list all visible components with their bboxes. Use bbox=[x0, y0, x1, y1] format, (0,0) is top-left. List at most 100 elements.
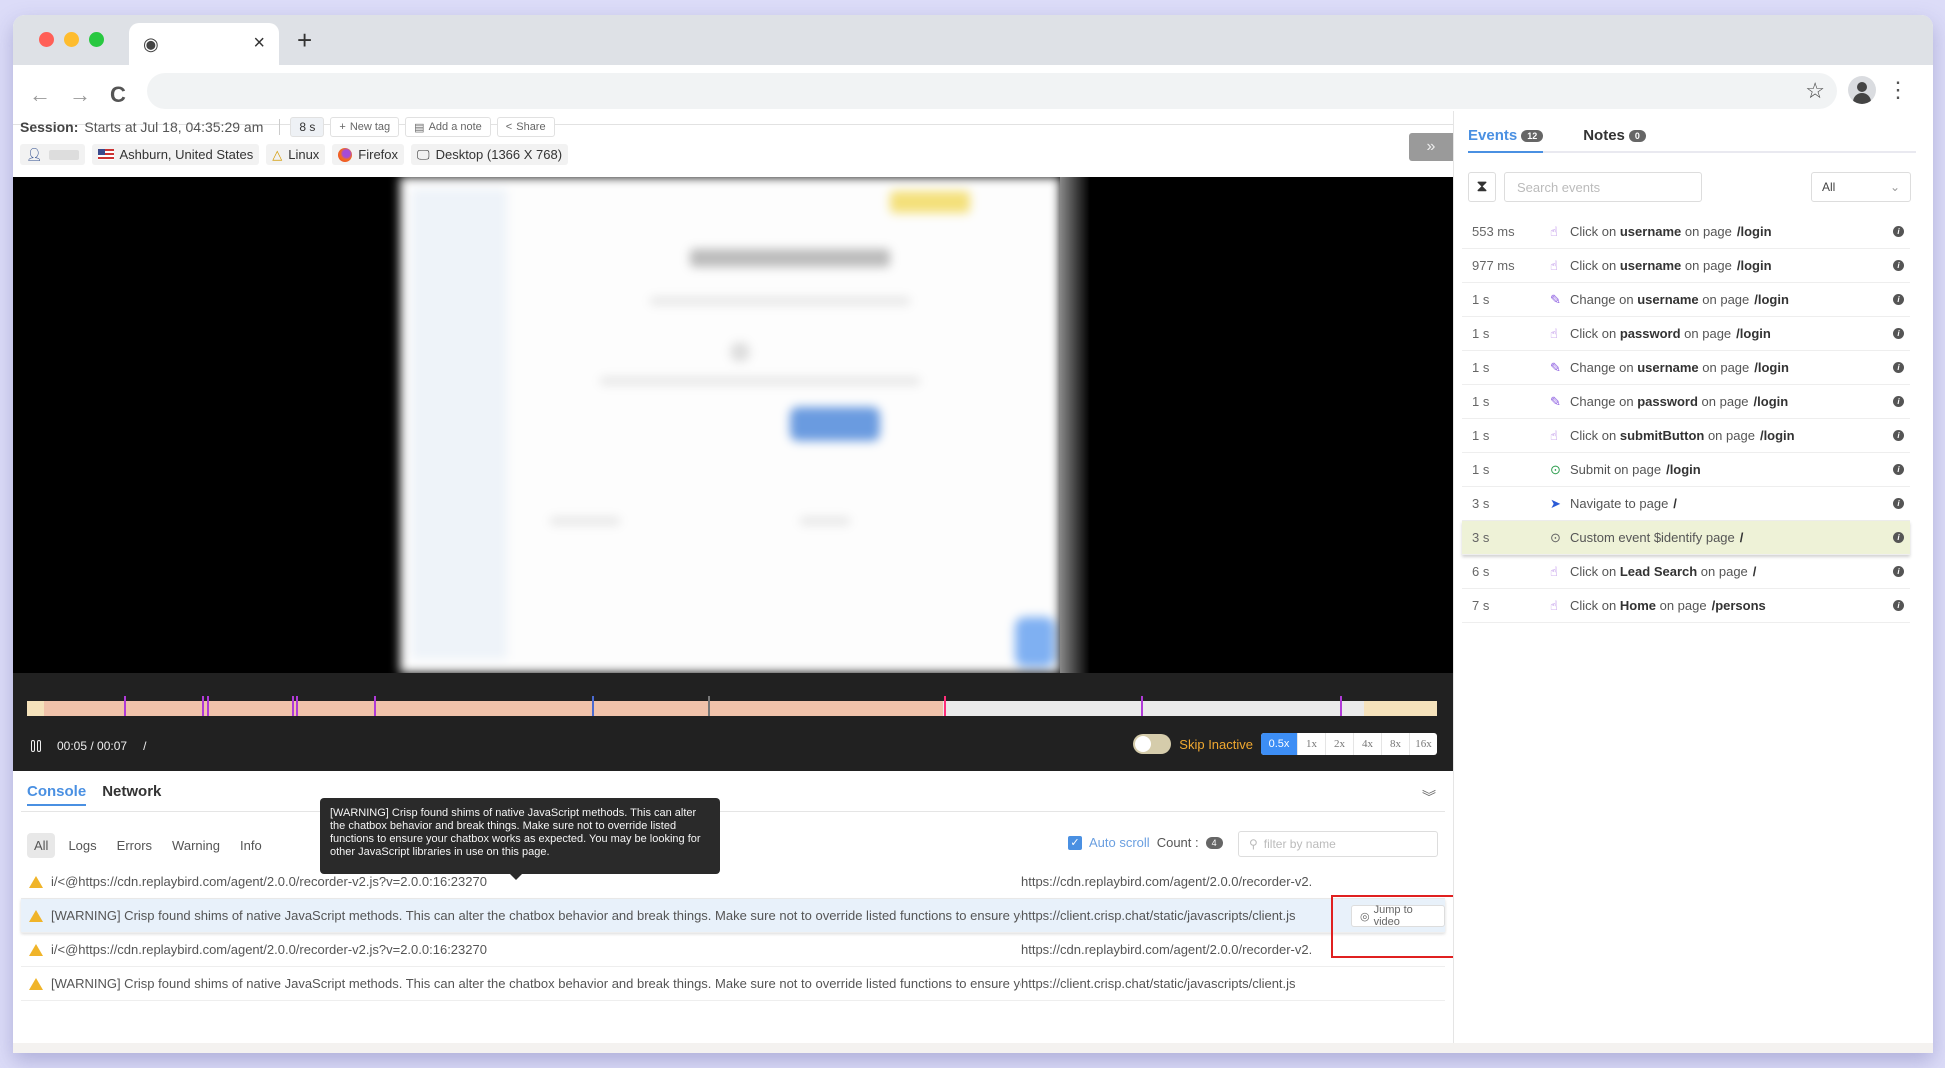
tab-console[interactable]: Console bbox=[27, 783, 87, 806]
event-row[interactable]: 1 s ✎ Change on username on page/login i bbox=[1462, 351, 1910, 385]
timeline-event-marker[interactable] bbox=[296, 696, 299, 716]
event-target: username bbox=[1637, 292, 1699, 307]
filter-warning[interactable]: Warning bbox=[165, 833, 227, 858]
new-tab-button[interactable]: + bbox=[297, 27, 312, 53]
event-row[interactable]: 1 s ☝︎ Click on password on page/login i bbox=[1462, 317, 1910, 351]
info-icon[interactable]: i bbox=[1893, 600, 1904, 611]
hourglass-icon[interactable]: ⧗ bbox=[1468, 172, 1496, 202]
console-source-link[interactable]: https://client.crisp.chat/static/javascr… bbox=[1021, 976, 1311, 991]
info-icon[interactable]: i bbox=[1893, 498, 1904, 509]
timeline-event-marker[interactable] bbox=[207, 696, 210, 716]
browser-menu-icon[interactable]: ⋮ bbox=[1887, 79, 1909, 101]
event-row[interactable]: 977 ms ☝︎ Click on username on page/login i bbox=[1462, 249, 1910, 283]
console-row[interactable]: i/<@https://cdn.replaybird.com/agent/2.0… bbox=[21, 865, 1445, 899]
add-note-button[interactable]: ▤ Add a note bbox=[405, 117, 491, 137]
skip-inactive-toggle[interactable] bbox=[1133, 734, 1172, 754]
tab-events[interactable]: Events 12 bbox=[1468, 127, 1544, 153]
timeline-event-marker[interactable] bbox=[1140, 696, 1143, 716]
speed-16x[interactable]: 16x bbox=[1409, 733, 1437, 755]
speed-4x[interactable]: 4x bbox=[1353, 733, 1381, 755]
reload-icon[interactable]: C bbox=[110, 82, 126, 108]
timeline-event-marker[interactable] bbox=[592, 696, 595, 716]
maximize-window-button[interactable] bbox=[89, 32, 104, 47]
edit-icon: ✎ bbox=[1550, 359, 1561, 375]
event-row[interactable]: 6 s ☝︎ Click on Lead Search on page / i bbox=[1462, 555, 1910, 589]
auto-scroll-checkbox[interactable]: ✓ bbox=[1068, 835, 1082, 850]
info-icon[interactable]: i bbox=[1893, 430, 1904, 441]
session-duration: 8 s bbox=[290, 117, 325, 137]
close-tab-icon[interactable]: × bbox=[253, 32, 265, 55]
filter-all[interactable]: All bbox=[27, 833, 56, 858]
console-row[interactable]: [WARNING] Crisp found shims of native Ja… bbox=[21, 967, 1445, 1001]
timeline-event-marker[interactable] bbox=[708, 696, 711, 716]
timeline-event-marker[interactable] bbox=[373, 696, 376, 716]
timeline-event-marker[interactable] bbox=[292, 696, 295, 716]
bookmark-star-icon[interactable]: ☆ bbox=[1805, 78, 1825, 104]
timeline-event-marker[interactable] bbox=[201, 696, 204, 716]
event-row[interactable]: 1 s ✎ Change on password on page/login i bbox=[1462, 385, 1910, 419]
collapse-sidebar-button[interactable]: » bbox=[1409, 133, 1453, 161]
info-icon[interactable]: i bbox=[1893, 566, 1904, 577]
console-source-link[interactable]: https://cdn.replaybird.com/agent/2.0.0/r… bbox=[1021, 942, 1311, 957]
desktop-icon: 🖵︎ bbox=[417, 146, 430, 162]
minimize-window-button[interactable] bbox=[64, 32, 79, 47]
new-tag-button[interactable]: + New tag bbox=[330, 117, 400, 137]
info-icon[interactable]: i bbox=[1893, 532, 1904, 543]
speed-0-5x[interactable]: 0.5x bbox=[1261, 733, 1297, 755]
timeline-event-marker[interactable] bbox=[1339, 696, 1342, 716]
speed-2x[interactable]: 2x bbox=[1325, 733, 1353, 755]
timeline-playhead[interactable] bbox=[943, 696, 946, 716]
tab-network[interactable]: Network bbox=[102, 783, 161, 806]
warning-icon bbox=[29, 943, 43, 956]
console-source-link[interactable]: https://cdn.replaybird.com/agent/2.0.0/r… bbox=[1021, 874, 1311, 889]
event-page: / bbox=[1673, 496, 1677, 511]
location-chip: Ashburn, United States bbox=[91, 144, 260, 165]
event-target: Lead Search bbox=[1619, 564, 1698, 579]
filter-logs[interactable]: Logs bbox=[61, 833, 103, 858]
console-row[interactable]: [WARNING] Crisp found shims of native Ja… bbox=[21, 899, 1445, 933]
info-icon[interactable]: i bbox=[1893, 328, 1904, 339]
search-events-input[interactable]: Search events bbox=[1504, 172, 1702, 202]
replay-video[interactable] bbox=[13, 177, 1453, 673]
timeline-track[interactable] bbox=[27, 696, 1437, 716]
close-window-button[interactable] bbox=[39, 32, 54, 47]
info-icon[interactable]: i bbox=[1893, 464, 1904, 475]
back-icon[interactable]: ← bbox=[29, 82, 51, 108]
info-icon[interactable]: i bbox=[1893, 362, 1904, 373]
events-tab-label: Events bbox=[1468, 127, 1518, 144]
pause-button[interactable] bbox=[31, 740, 41, 752]
console-source-link[interactable]: https://client.crisp.chat/static/javascr… bbox=[1021, 908, 1311, 923]
profile-avatar[interactable] bbox=[1848, 76, 1876, 104]
filter-info[interactable]: Info bbox=[233, 833, 269, 858]
speed-8x[interactable]: 8x bbox=[1381, 733, 1409, 755]
event-row[interactable]: 3 s ⊙ Custom event $identify page / i bbox=[1462, 521, 1910, 555]
filter-errors[interactable]: Errors bbox=[110, 833, 159, 858]
event-row[interactable]: 553 ms ☝︎ Click on username on page/login i bbox=[1462, 215, 1910, 249]
collapse-console-icon[interactable]: ︾ bbox=[1422, 787, 1436, 807]
share-button[interactable]: < Share bbox=[496, 117, 555, 137]
tab-notes[interactable]: Notes 0 bbox=[1583, 127, 1646, 151]
event-row[interactable]: 1 s ⊙ Submit on page/login i bbox=[1462, 453, 1910, 487]
info-icon[interactable]: i bbox=[1893, 396, 1904, 407]
address-bar[interactable] bbox=[147, 73, 1837, 109]
timeline-event-marker[interactable] bbox=[124, 696, 127, 716]
event-row[interactable]: 3 s ➤ Navigate to page / i bbox=[1462, 487, 1910, 521]
browser-tab[interactable]: ◉ × bbox=[129, 23, 279, 65]
us-flag-icon bbox=[97, 149, 114, 160]
forward-icon[interactable]: → bbox=[69, 82, 91, 108]
event-row[interactable]: 7 s ☝︎ Click on Home on page/persons i bbox=[1462, 589, 1910, 623]
info-icon[interactable]: i bbox=[1893, 294, 1904, 305]
event-on-page: on page bbox=[1697, 394, 1749, 409]
speed-1x[interactable]: 1x bbox=[1297, 733, 1325, 755]
browser-chip: Firefox bbox=[332, 144, 405, 165]
event-type-select[interactable]: All ⌄ bbox=[1811, 172, 1911, 202]
event-row[interactable]: 1 s ☝︎ Click on submitButton on page/login… bbox=[1462, 419, 1910, 453]
event-row[interactable]: 1 s ✎ Change on username on page/login i bbox=[1462, 283, 1910, 317]
info-icon[interactable]: i bbox=[1893, 226, 1904, 237]
notes-count-badge: 0 bbox=[1628, 130, 1646, 142]
event-description: Click on Home on page/persons bbox=[1570, 598, 1766, 613]
console-row[interactable]: i/<@https://cdn.replaybird.com/agent/2.0… bbox=[21, 933, 1445, 967]
event-time: 7 s bbox=[1472, 598, 1490, 613]
info-icon[interactable]: i bbox=[1893, 260, 1904, 271]
filter-by-name-input[interactable]: ⚲ filter by name bbox=[1238, 831, 1438, 857]
